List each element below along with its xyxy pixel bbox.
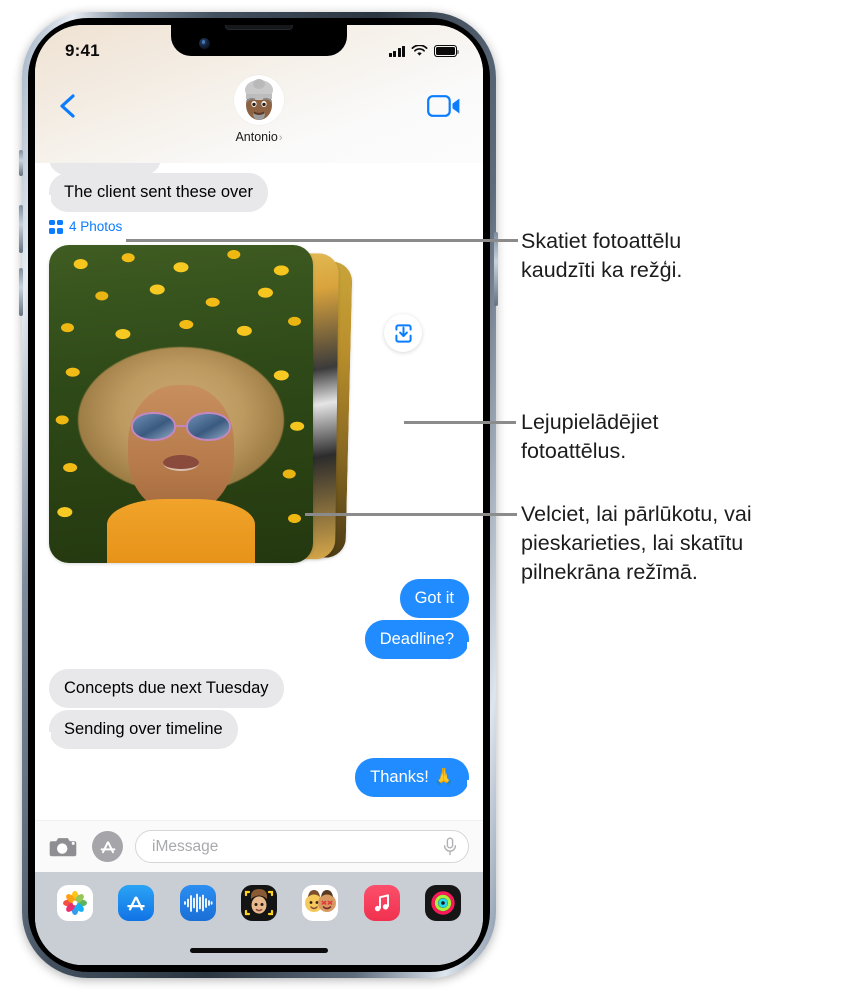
volume-down-button[interactable] (19, 268, 23, 316)
contact-name: Antonio› (234, 130, 284, 144)
wifi-icon (411, 45, 428, 56)
photos-app-icon[interactable] (57, 885, 93, 921)
message-bubble[interactable]: Sending over timeline (41, 710, 238, 749)
callout-line: pilnekrāna režīmā. (521, 559, 698, 584)
callout-line: fotoattēlus. (521, 438, 627, 463)
callout-line: Velciet, lai pārlūkotu, vai (521, 502, 752, 526)
callout-leader-line (126, 239, 518, 242)
battery-icon (434, 45, 460, 57)
front-camera-icon (199, 38, 210, 49)
message-bubble[interactable]: Deadline? (364, 620, 478, 659)
callout-line: kaudzīti ka režģi. (521, 257, 683, 282)
callout-swipe-browse: Velciet, lai pārlūkotu, vai pieskarietie… (521, 500, 846, 586)
music-app-icon[interactable] (363, 885, 400, 921)
navigation-row: Antonio› (35, 69, 483, 163)
power-button[interactable] (494, 232, 498, 306)
photo-stack[interactable] (49, 245, 353, 567)
callout-line: Skatiet fotoattēlu (521, 229, 682, 253)
earpiece-speaker-icon (225, 25, 293, 30)
callout-leader-line (305, 513, 517, 516)
callout-download: Lejupielādējiet fotoattēlus. (521, 408, 841, 466)
app-store-app-icon[interactable] (118, 885, 155, 921)
notch (171, 25, 347, 56)
photo-thumbnail (49, 245, 313, 563)
photo-detail (130, 411, 232, 441)
search-input[interactable]: iMessage (135, 830, 469, 863)
callout-line: Lejupielādējiet (521, 410, 659, 434)
save-to-photos-icon (394, 323, 412, 343)
device-screen: 9:41 Antonio› The client sent these over… (35, 25, 483, 965)
status-bar-indicators (389, 45, 460, 57)
cellular-bars-icon (389, 45, 405, 57)
message-input-bar: iMessage (35, 820, 483, 872)
memoji-avatar[interactable] (234, 75, 284, 125)
download-photos-button[interactable] (384, 314, 422, 352)
back-chevron-icon[interactable] (55, 93, 81, 119)
grid-icon (49, 219, 63, 234)
message-bubble[interactable]: The client sent these over (41, 173, 268, 212)
photos-count-label: 4 Photos (69, 219, 123, 234)
callout-grid-view: Skatiet fotoattēlu kaudzīti ka režģi. (521, 227, 841, 285)
message-bubble[interactable]: Concepts due next Tuesday (49, 669, 284, 708)
photo-detail (128, 384, 234, 513)
microphone-icon[interactable] (443, 837, 457, 856)
digital-touch-app-icon[interactable] (179, 885, 216, 921)
photo-stack-card-1[interactable] (49, 245, 313, 563)
iphone-device-frame: 9:41 Antonio› The client sent these over… (22, 12, 496, 978)
message-list: The client sent these over 4 Photos Got … (35, 163, 483, 820)
camera-icon[interactable] (49, 834, 80, 860)
video-camera-icon[interactable] (427, 95, 461, 117)
contact-header[interactable]: Antonio› (234, 75, 284, 144)
stickers-app-icon[interactable] (302, 885, 339, 921)
home-indicator[interactable] (190, 948, 328, 953)
message-bubble[interactable]: Got it (399, 579, 469, 618)
memoji-app-icon[interactable] (240, 885, 277, 921)
callout-leader-line (404, 421, 516, 424)
contact-name-text: Antonio (235, 130, 278, 144)
message-bubble[interactable]: Thanks! 🙏 (355, 758, 477, 797)
fitness-app-icon[interactable] (424, 885, 461, 921)
photo-detail (107, 499, 255, 563)
volume-up-button[interactable] (19, 205, 23, 253)
callout-line: pieskarieties, lai skatītu (521, 530, 744, 555)
status-bar-clock: 9:41 (65, 41, 100, 60)
app-store-icon[interactable] (92, 831, 123, 862)
screenshot-stage: 9:41 Antonio› The client sent these over… (0, 0, 849, 990)
silent-switch[interactable] (19, 150, 23, 176)
imessage-placeholder: iMessage (152, 837, 219, 855)
photos-attachment-label[interactable]: 4 Photos (49, 219, 122, 234)
contact-chevron-icon: › (278, 132, 283, 144)
